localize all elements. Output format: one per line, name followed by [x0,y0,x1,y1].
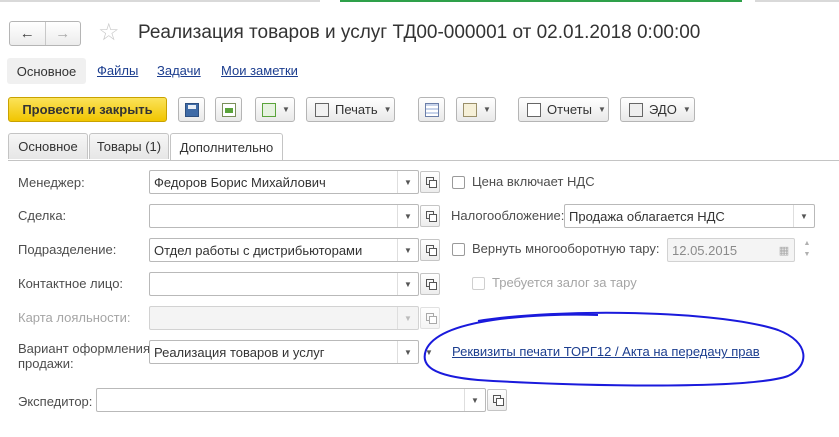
taxation-label: Налогообложение: [451,208,565,223]
back-button[interactable]: ← [10,22,45,45]
calendar-icon: ▦ [778,244,790,257]
page-title: Реализация товаров и услуг ТД00-000001 о… [138,22,701,43]
chevron-down-icon[interactable]: ▼ [464,389,485,411]
deal-label: Сделка: [18,208,67,223]
active-window-indicator [340,0,742,3]
forward-button[interactable]: → [44,22,81,45]
chevron-down-icon[interactable]: ▼ [397,341,418,363]
open-deal-button[interactable] [420,205,440,227]
reports-button[interactable]: Отчеты ▼ [518,97,609,122]
chevron-down-icon: ▼ [682,105,691,114]
sale-variant-value: Реализация товаров и услуг [154,345,325,360]
tab-additional[interactable]: Дополнительно [170,133,283,161]
chevron-down-icon: ▼ [383,105,392,114]
deposit-required-label: Требуется залог за тару [492,275,637,290]
taxation-value: Продажа облагается НДС [569,209,725,224]
vat-included-label: Цена включает НДС [472,174,595,189]
section-main[interactable]: Основное [7,58,86,84]
forwarder-field[interactable]: ▼ [96,388,486,412]
date-spinner: ▲ ▼ [800,238,814,260]
tab-main[interactable]: Основное [8,133,88,159]
attachments-button[interactable]: ▼ [456,97,496,122]
post-document-icon [221,102,236,117]
document-journal-button[interactable] [418,97,445,122]
return-tare-label: Вернуть многооборотную тару: [472,241,660,256]
print-button[interactable]: Печать ▼ [306,97,395,122]
section-notes-link[interactable]: Мои заметки [221,63,298,78]
vat-included-checkbox[interactable] [452,176,465,189]
division-value: Отдел работы с дистрибьюторами [154,243,363,258]
section-tasks-link[interactable]: Задачи [157,63,201,78]
edo-button[interactable]: ЭДО ▼ [620,97,695,122]
arrow-left-icon: ← [19,25,35,42]
create-based-on-button[interactable]: ▼ [255,97,295,122]
forwarder-label: Экспедитор: [18,394,93,409]
edo-label: ЭДО [649,102,677,117]
open-contact-button[interactable] [420,273,440,295]
manager-label: Менеджер: [18,175,85,190]
chevron-down-icon: ▼ [483,105,491,114]
spin-down-icon: ▼ [803,251,811,258]
attachment-icon [463,102,477,117]
deposit-required-checkbox [472,277,485,290]
edo-icon [629,102,643,117]
chevron-down-icon[interactable]: ▼ [397,171,418,193]
chevron-down-icon: ▼ [597,105,606,114]
create-based-icon [262,102,276,117]
contact-label: Контактное лицо: [18,276,124,291]
return-tare-checkbox[interactable] [452,243,465,256]
annotation-stroke [423,311,805,387]
deal-field[interactable]: ▼ [149,204,419,228]
window-top-border [0,0,839,3]
section-files-link[interactable]: Файлы [97,63,138,78]
contact-field[interactable]: ▼ [149,272,419,296]
chevron-down-icon[interactable]: ▼ [397,239,418,261]
division-field[interactable]: Отдел работы с дистрибьюторами ▼ [149,238,419,262]
sale-variant-field[interactable]: Реализация товаров и услуг ▼ [149,340,419,364]
star-icon[interactable]: ☆ [98,19,120,47]
chevron-down-icon: ▼ [282,105,290,114]
chevron-down-icon[interactable]: ▼ [397,205,418,227]
journal-icon [424,102,439,117]
open-manager-button[interactable] [420,171,440,193]
sale-variant-label: Вариант оформления [18,341,150,356]
open-forwarder-button[interactable] [487,389,507,411]
loyalty-card-field: ▼ [149,306,419,330]
navigation-buttons: ← → [9,21,81,46]
spin-up-icon: ▲ [803,240,811,247]
hand-drawn-ellipse [423,311,805,387]
post-and-close-button[interactable]: Провести и закрыть [8,97,167,122]
chevron-down-icon: ▼ [397,307,418,329]
return-tare-date-field: 12.05.2015 ▦ [667,238,795,262]
printer-icon [315,102,329,117]
chevron-down-icon[interactable]: ▼ [793,205,814,227]
taxation-select[interactable]: Продажа облагается НДС ▼ [564,204,815,228]
tab-goods[interactable]: Товары (1) [89,133,169,159]
tab-divider [8,160,839,161]
report-icon [527,102,541,117]
save-button[interactable] [178,97,205,122]
floppy-disk-icon [184,102,199,117]
manager-value: Федоров Борис Михайлович [154,175,326,190]
print-label: Печать [335,102,378,117]
division-label: Подразделение: [18,242,117,257]
loyalty-card-label: Карта лояльности: [18,310,131,325]
manager-field[interactable]: Федоров Борис Михайлович ▼ [149,170,419,194]
top-border-segment [0,0,320,2]
return-tare-date: 12.05.2015 [672,243,738,258]
sale-variant-label-2: продажи: [18,356,74,371]
top-border-segment [755,0,839,2]
open-division-button[interactable] [420,239,440,261]
chevron-down-icon[interactable]: ▼ [397,273,418,295]
reports-label: Отчеты [547,102,592,117]
post-button[interactable] [215,97,242,122]
arrow-right-icon: → [55,25,71,42]
